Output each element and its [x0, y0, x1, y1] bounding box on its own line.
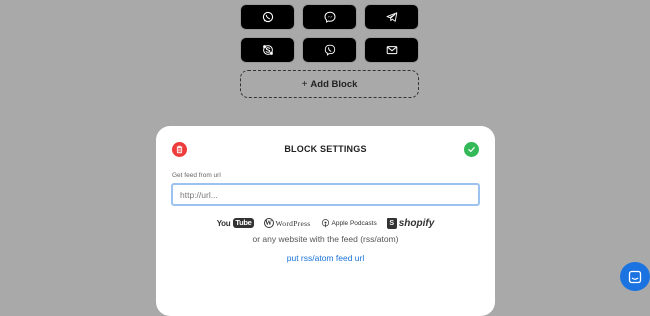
- viber-icon: [324, 44, 335, 56]
- supported-sources: You Tube W WordPress Apple Podcasts S sho…: [156, 216, 495, 230]
- confirm-block-button[interactable]: [464, 142, 479, 157]
- check-icon: [468, 146, 475, 153]
- youtube-logo: You Tube: [216, 218, 254, 228]
- viber-button[interactable]: [302, 37, 357, 63]
- email-button[interactable]: [364, 37, 419, 63]
- wordpress-logo: W WordPress: [263, 218, 311, 228]
- wordpress-icon: W: [263, 218, 274, 228]
- skype-icon: [262, 45, 273, 55]
- skype-button[interactable]: [240, 37, 295, 63]
- feed-url-input[interactable]: [171, 183, 480, 206]
- email-icon: [386, 46, 397, 55]
- podcast-icon: [321, 218, 329, 227]
- panel-title: BLOCK SETTINGS: [284, 144, 367, 154]
- apple-podcasts-logo: Apple Podcasts: [321, 218, 377, 228]
- telegram-icon: [386, 12, 397, 22]
- whatsapp-button[interactable]: [240, 4, 295, 30]
- feed-url-label: Get feed from url: [172, 172, 221, 179]
- telegram-button[interactable]: [364, 4, 419, 30]
- rss-feed-link[interactable]: put rss/atom feed url: [156, 253, 495, 263]
- add-block-button[interactable]: + Add Block: [240, 70, 419, 98]
- messenger-icon: [323, 11, 336, 23]
- plus-icon: +: [301, 78, 308, 90]
- shopify-logo: S shopify: [386, 217, 434, 229]
- whatsapp-icon: [262, 11, 273, 23]
- add-block-label: Add Block: [310, 78, 358, 90]
- messenger-button[interactable]: [302, 4, 357, 30]
- chat-widget-button[interactable]: [620, 262, 650, 291]
- shopify-bag-icon: S: [386, 217, 397, 229]
- feed-hint: or any website with the feed (rss/atom): [252, 234, 399, 244]
- block-settings-panel: BLOCK SETTINGS Get feed from url YouTube…: [156, 126, 495, 316]
- chat-icon: [628, 270, 642, 283]
